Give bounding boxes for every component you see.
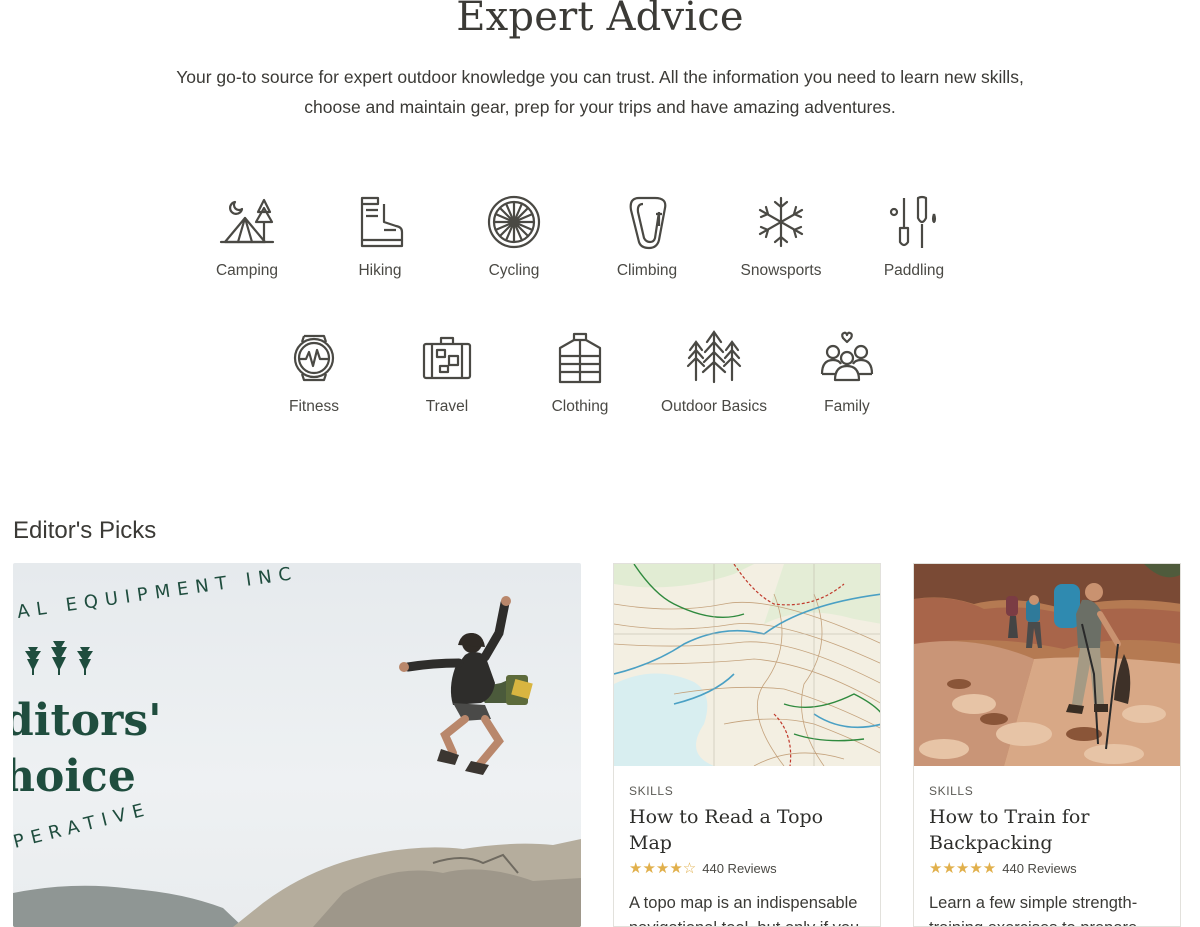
family-icon bbox=[820, 331, 874, 382]
suitcase-icon bbox=[422, 336, 472, 380]
card-title[interactable]: How to Train for Backpacking bbox=[929, 804, 1165, 856]
category-label: Hiking bbox=[358, 262, 402, 279]
category-fitness[interactable]: Fitness bbox=[247, 330, 381, 416]
star-rating-icon: ★★★★★ bbox=[929, 860, 997, 877]
card-excerpt: A topo map is an indispensable navigatio… bbox=[629, 894, 859, 926]
category-outdoor-basics[interactable]: Outdoor Basics bbox=[647, 330, 781, 416]
page-description: Your go-to source for expert outdoor kno… bbox=[176, 67, 1024, 117]
category-family[interactable]: Family bbox=[780, 330, 914, 416]
backpacking-photo bbox=[914, 564, 1180, 766]
category-label: Outdoor Basics bbox=[661, 398, 767, 415]
article-card-topo-map[interactable]: SKILLS How to Read a Topo Map ★★★★☆ 440 … bbox=[613, 563, 881, 927]
trees-icon bbox=[686, 330, 742, 384]
category-label: Family bbox=[824, 398, 870, 415]
topo-map-image bbox=[614, 564, 880, 766]
category-label: Climbing bbox=[616, 262, 678, 279]
card-title[interactable]: How to Read a Topo Map bbox=[629, 804, 865, 856]
card-rating: ★★★★☆ 440 Reviews bbox=[629, 859, 865, 877]
category-label: Fitness bbox=[289, 398, 339, 415]
category-camping[interactable]: Camping bbox=[180, 194, 314, 280]
svg-text:AL EQUIPMENT INC: AL EQUIPMENT INC bbox=[16, 563, 300, 623]
svg-text:PERATIVE: PERATIVE bbox=[13, 798, 153, 852]
review-count[interactable]: 440 Reviews bbox=[702, 861, 776, 876]
review-count[interactable]: 440 Reviews bbox=[1002, 861, 1076, 876]
category-climbing[interactable]: Climbing bbox=[580, 194, 714, 280]
category-label: Camping bbox=[215, 262, 279, 279]
card-excerpt: Learn a few simple strength-training exe… bbox=[929, 894, 1138, 926]
category-cycling[interactable]: Cycling bbox=[447, 194, 581, 280]
category-hiking[interactable]: Hiking bbox=[313, 194, 447, 280]
category-label: Cycling bbox=[488, 262, 540, 279]
paddles-icon bbox=[889, 195, 937, 248]
carabiner-icon bbox=[629, 196, 667, 250]
card-rating: ★★★★★ 440 Reviews bbox=[929, 859, 1165, 877]
fitness-watch-icon bbox=[293, 334, 335, 382]
tent-icon bbox=[219, 198, 275, 244]
vest-icon bbox=[558, 332, 602, 384]
category-clothing[interactable]: Clothing bbox=[513, 330, 647, 416]
hiking-boot-icon bbox=[360, 196, 404, 248]
card-category: SKILLS bbox=[629, 784, 674, 798]
page-title: Expert Advice bbox=[456, 0, 744, 40]
category-label: Paddling bbox=[883, 262, 945, 279]
article-card-train-backpacking[interactable]: SKILLS How to Train for Backpacking ★★★★… bbox=[913, 563, 1181, 927]
bike-wheel-icon bbox=[487, 195, 541, 249]
star-rating-icon: ★★★★☆ bbox=[629, 860, 697, 877]
editors-picks-heading: Editor's Picks bbox=[13, 517, 157, 544]
category-snowsports[interactable]: Snowsports bbox=[714, 194, 848, 280]
badge-line: ditors' bbox=[13, 695, 162, 746]
category-label: Snowsports bbox=[740, 262, 822, 279]
editors-choice-badge: ditors' hoice bbox=[13, 693, 162, 805]
category-label: Travel bbox=[425, 398, 469, 415]
card-category: SKILLS bbox=[929, 784, 974, 798]
featured-article-card[interactable]: AL EQUIPMENT INC PERATIVE ditors' hoice bbox=[13, 563, 581, 927]
snowflake-icon bbox=[758, 196, 804, 248]
category-travel[interactable]: Travel bbox=[380, 330, 514, 416]
category-label: Clothing bbox=[551, 398, 609, 415]
badge-line: hoice bbox=[13, 751, 136, 802]
category-paddling[interactable]: Paddling bbox=[847, 194, 981, 280]
